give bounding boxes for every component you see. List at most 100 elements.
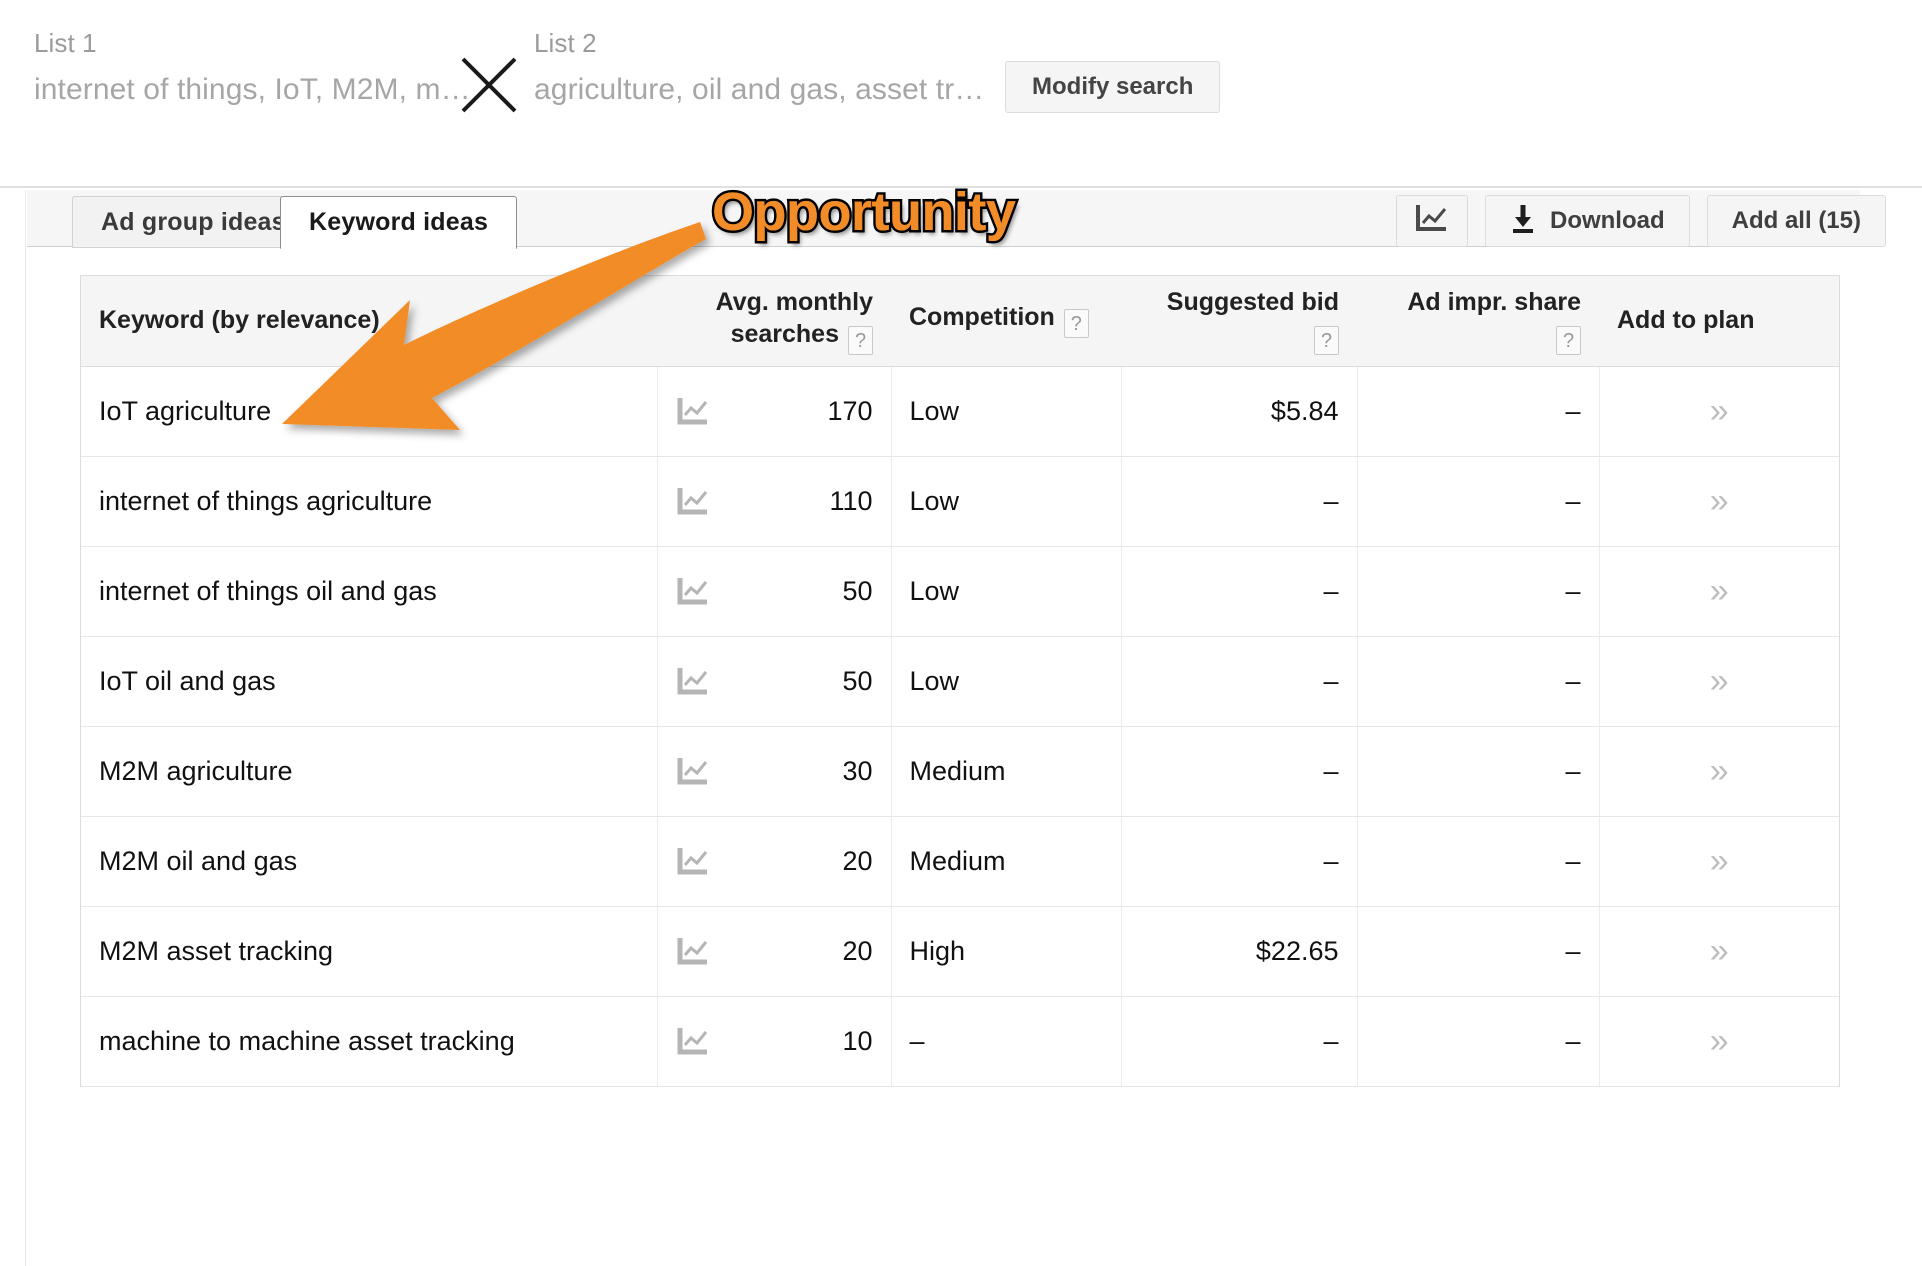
suggested-bid-value: $5.84 [1270,395,1339,426]
cell-avg-monthly-searches: 10 [657,996,892,1087]
cell-keyword[interactable]: internet of things agriculture [81,456,658,547]
cell-add-to-plan[interactable]: » [1599,726,1839,817]
cell-keyword[interactable]: M2M oil and gas [81,816,658,907]
list-2-value: agriculture, oil and gas, asset tr… [534,73,985,106]
cell-competition: Low [891,366,1122,457]
keyword-text: internet of things oil and gas [99,575,437,606]
line-chart-icon[interactable] [676,936,710,966]
table-row[interactable]: IoT agriculture 170 Low $5.84 – » [81,366,1839,457]
cell-competition: Low [891,636,1122,727]
line-chart-icon[interactable] [676,756,710,786]
double-chevron-right-icon[interactable]: » [1710,752,1729,790]
panel-right-gutter [1860,190,1922,1266]
competition-value: Low [909,395,960,426]
competition-value: – [909,1025,925,1056]
table-row[interactable]: IoT oil and gas 50 Low – – » [81,636,1839,727]
help-icon-suggested-bid[interactable]: ? [1314,326,1339,356]
cell-ad-impr-share: – [1357,366,1600,457]
suggested-bid-value: – [1323,575,1339,606]
cell-add-to-plan[interactable]: » [1599,906,1839,997]
cell-ad-impr-share: – [1357,816,1600,907]
chart-toggle-button[interactable] [1395,195,1468,247]
cell-avg-monthly-searches: 50 [657,546,892,637]
cell-keyword[interactable]: IoT agriculture [81,366,658,457]
list-1-block[interactable]: List 1 internet of things, IoT, M2M, m… [34,28,471,108]
double-chevron-right-icon[interactable]: » [1710,572,1729,610]
cell-keyword[interactable]: IoT oil and gas [81,636,658,727]
cell-suggested-bid: – [1121,996,1358,1087]
double-chevron-right-icon[interactable]: » [1710,482,1729,520]
double-chevron-right-icon[interactable]: » [1710,392,1729,430]
list-1-value: internet of things, IoT, M2M, m… [34,73,471,106]
table-row[interactable]: internet of things oil and gas 50 Low – – » [81,546,1839,637]
ad-impr-share-value: – [1565,395,1581,426]
line-chart-icon[interactable] [676,666,710,696]
table-row[interactable]: internet of things agriculture 110 Low – – » [81,456,1839,547]
cell-add-to-plan[interactable]: » [1599,636,1839,727]
suggested-bid-value: – [1323,845,1339,876]
competition-value: High [909,935,966,966]
list-1-title: List 1 [34,28,97,58]
ad-impr-share-value: – [1565,755,1581,786]
line-chart-icon[interactable] [676,486,710,516]
double-chevron-right-icon[interactable]: » [1710,842,1729,880]
column-header-keyword[interactable]: Keyword (by relevance) [81,276,657,367]
cell-keyword[interactable]: machine to machine asset tracking [81,996,658,1087]
cell-competition: High [891,906,1122,997]
cell-suggested-bid: $5.84 [1121,366,1358,457]
column-header-avg-monthly-searches[interactable]: Avg. monthly searches? [657,276,891,367]
double-chevron-right-icon[interactable]: » [1710,932,1729,970]
column-header-suggested-bid[interactable]: Suggested bid ? [1121,276,1357,367]
line-chart-icon[interactable] [676,1026,710,1056]
keyword-text: M2M oil and gas [99,845,298,876]
keyword-planner-screen: List 1 internet of things, IoT, M2M, m… … [0,0,1922,1266]
cell-suggested-bid: – [1121,816,1358,907]
cell-add-to-plan[interactable]: » [1599,816,1839,907]
cell-keyword[interactable]: M2M asset tracking [81,906,658,997]
cell-add-to-plan[interactable]: » [1599,546,1839,637]
help-icon-ad-impr-share[interactable]: ? [1556,326,1581,356]
double-chevron-right-icon[interactable]: » [1710,1022,1729,1060]
table-row[interactable]: M2M oil and gas 20 Medium – – » [81,816,1839,907]
keyword-text: machine to machine asset tracking [99,1025,515,1056]
table-row[interactable]: M2M agriculture 30 Medium – – » [81,726,1839,817]
cell-competition: Medium [891,726,1122,817]
cell-avg-monthly-searches: 20 [657,816,892,907]
download-button[interactable]: Download [1484,195,1690,247]
cell-add-to-plan[interactable]: » [1599,996,1839,1087]
column-header-ad-impr-share[interactable]: Ad impr. share ? [1357,276,1599,367]
line-chart-icon[interactable] [676,396,710,426]
cell-add-to-plan[interactable]: » [1599,456,1839,547]
cell-keyword[interactable]: internet of things oil and gas [81,546,658,637]
ad-impr-share-value: – [1565,935,1581,966]
ad-impr-share-value: – [1565,575,1581,606]
ideas-toolbar: Download Add all (15) [1395,195,1886,247]
competition-value: Low [909,575,960,606]
column-header-impr-share-label: Ad impr. share [1407,288,1581,317]
ad-impr-share-value: – [1565,1025,1581,1056]
cell-avg-monthly-searches: 110 [657,456,892,547]
modify-search-button[interactable]: Modify search [1005,61,1221,113]
add-all-button[interactable]: Add all (15) [1706,195,1886,247]
cell-ad-impr-share: – [1357,906,1600,997]
searches-value: 20 [842,845,873,876]
line-chart-icon[interactable] [676,576,710,606]
tab-keyword-ideas[interactable]: Keyword ideas [280,196,518,249]
keyword-ideas-table-body: IoT agriculture 170 Low $5.84–» internet of … [81,366,1839,1087]
cell-suggested-bid: – [1121,546,1358,637]
cell-avg-monthly-searches: 30 [657,726,892,817]
list-2-block[interactable]: List 2 agriculture, oil and gas, asset t… [534,28,984,108]
table-row[interactable]: machine to machine asset tracking 10 – – – » [81,996,1839,1087]
table-row[interactable]: M2M asset tracking 20 High $22.65 – » [81,906,1839,997]
help-icon-competition[interactable]: ? [1063,309,1089,339]
cell-add-to-plan[interactable]: » [1599,366,1839,457]
keyword-ideas-table: Keyword (by relevance) Avg. monthly sear… [81,276,1839,1087]
line-chart-icon[interactable] [676,846,710,876]
column-header-add-to-plan: Add to plan [1599,276,1839,367]
tab-ad-group-ideas[interactable]: Ad group ideas [72,196,315,248]
cell-keyword[interactable]: M2M agriculture [81,726,658,817]
help-icon-avg-monthly-searches[interactable]: ? [848,326,873,356]
double-chevron-right-icon[interactable]: » [1710,662,1729,700]
suggested-bid-value: $22.65 [1255,935,1339,966]
column-header-competition[interactable]: Competition? [891,276,1121,367]
